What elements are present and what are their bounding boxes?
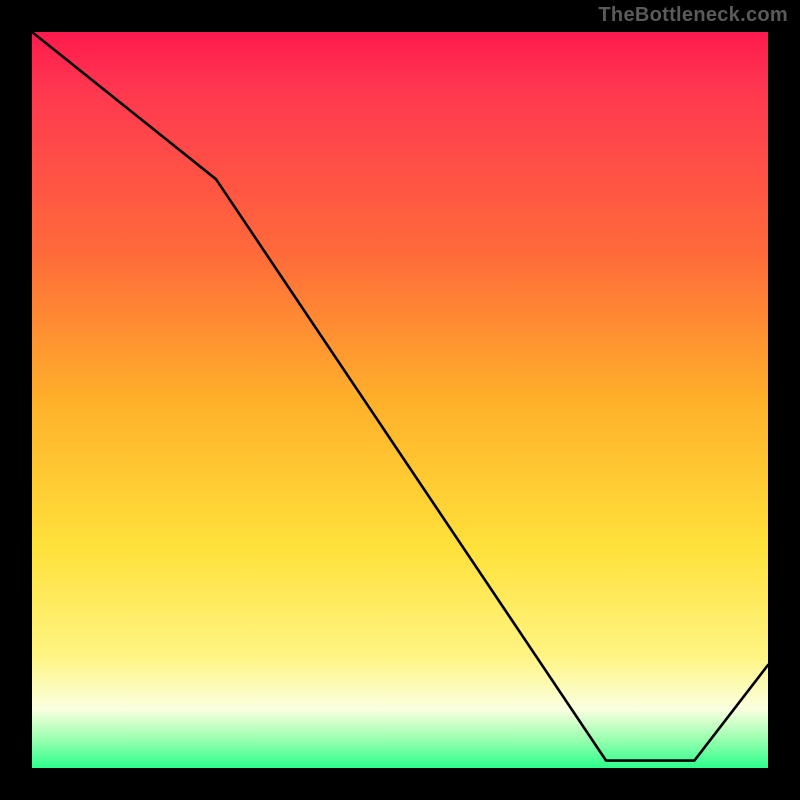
line-svg xyxy=(32,32,768,768)
bottleneck-curve xyxy=(32,32,768,761)
watermark-text: TheBottleneck.com xyxy=(598,4,788,27)
plot-area xyxy=(32,32,768,768)
chart-stage: TheBottleneck.com xyxy=(0,0,800,800)
